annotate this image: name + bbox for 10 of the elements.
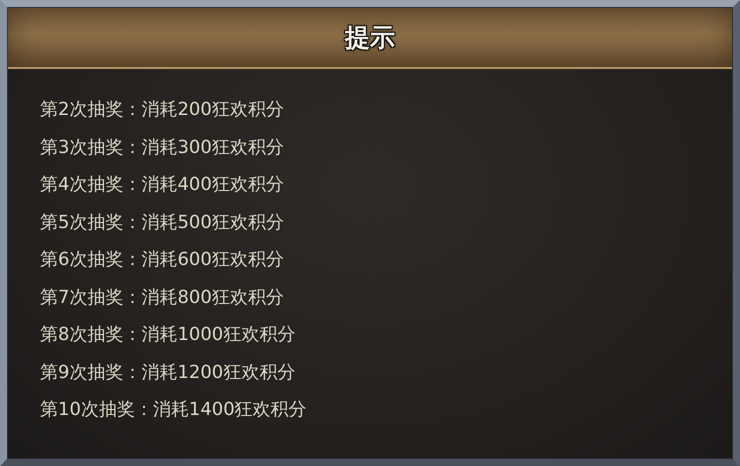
cost-line: 第9次抽奖：消耗1200狂欢积分 [40,360,296,384]
cost-line: 第6次抽奖：消耗600狂欢积分 [40,248,284,272]
cost-line: 第4次抽奖：消耗400狂欢积分 [40,173,284,197]
dialog-title: 提示 [345,22,395,54]
cost-line: 第10次抽奖：消耗1400狂欢积分 [40,398,307,422]
cost-line: 第3次抽奖：消耗300狂欢积分 [40,136,284,160]
cost-line: 第5次抽奖：消耗500狂欢积分 [40,210,284,234]
cost-line: 第8次抽奖：消耗1000狂欢积分 [40,323,296,347]
cost-line: 第2次抽奖：消耗200狂欢积分 [40,98,284,122]
cost-line: 第7次抽奖：消耗800狂欢积分 [40,286,284,310]
